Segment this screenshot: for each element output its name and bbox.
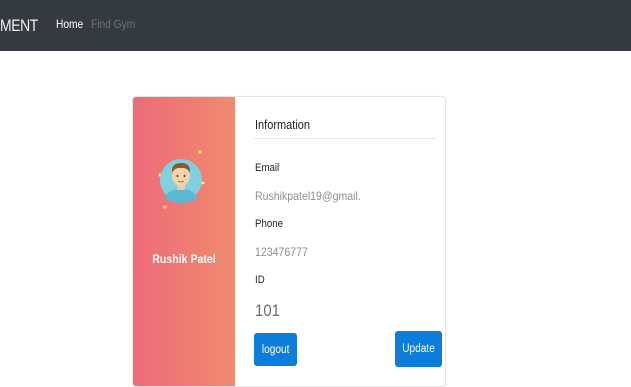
phone-label: Phone — [255, 218, 283, 230]
info-section-title: Information — [255, 118, 311, 132]
section-divider — [254, 138, 436, 139]
update-button-label: Update — [402, 343, 435, 355]
id-label: ID — [255, 274, 265, 286]
profile-info-panel: Information Email Rushikpatel19@gmail. P… — [235, 97, 445, 386]
navbar-brand[interactable]: MENT — [0, 16, 38, 36]
id-value: 101 — [255, 301, 280, 320]
nav-link-home[interactable]: Home — [56, 17, 83, 31]
email-value: Rushikpatel19@gmail. — [255, 189, 361, 203]
phone-value: 123476777 — [255, 245, 308, 259]
logout-button[interactable]: logout — [254, 333, 297, 366]
top-navbar: MENT Home Find Gym — [0, 0, 631, 51]
user-name: Rushik Patel — [152, 252, 216, 266]
nav-link-find-gym[interactable]: Find Gym — [91, 17, 135, 31]
profile-card: Rushik Patel Information Email Rushikpat… — [132, 96, 446, 387]
email-label: Email — [255, 162, 280, 174]
profile-sidebar: Rushik Patel — [133, 97, 235, 386]
update-button[interactable]: Update — [395, 331, 442, 367]
user-avatar-icon — [157, 149, 205, 209]
logout-button-label: logout — [261, 343, 290, 356]
